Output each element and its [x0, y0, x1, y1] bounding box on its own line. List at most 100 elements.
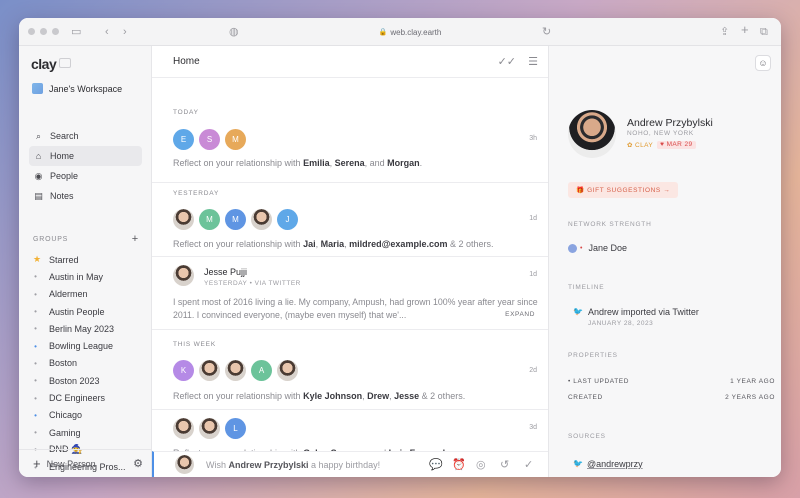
network-strength-label: NETWORK STRENGTH [568, 221, 652, 228]
forward-icon[interactable]: › [123, 25, 127, 39]
clay-tag[interactable]: ✿ CLAY [627, 141, 653, 149]
avatar-group: M M J [173, 209, 298, 230]
avatar [251, 209, 272, 230]
group-item[interactable]: • Aldermen [33, 286, 145, 303]
feed-item-time: 1d [529, 215, 537, 222]
person-name[interactable]: Andrew Przybylski [229, 460, 309, 470]
group-item[interactable]: • Austin in May [33, 268, 145, 285]
message-icon[interactable]: 💬 [429, 458, 443, 471]
tweet-author[interactable]: Jesse Pujji [204, 267, 247, 277]
sidebar-toggle-icon[interactable]: ▭ [71, 25, 81, 39]
feed-header: Home ✓✓ ☰ [152, 46, 548, 78]
dot-icon: • [34, 272, 37, 282]
privacy-icon[interactable]: ◍ [229, 25, 239, 39]
group-item[interactable]: • Chicago [33, 407, 145, 424]
person-name[interactable]: Morgan [387, 158, 420, 168]
address-bar[interactable]: 🔒 web.clay.earth [245, 23, 575, 41]
avatar [199, 360, 220, 381]
sidebar-item-search[interactable]: ⌕ Search [29, 126, 142, 146]
filter-icon[interactable]: ☰ [528, 55, 538, 68]
divider [152, 182, 548, 183]
group-label: Chicago [49, 410, 83, 421]
person-name[interactable]: Serena [335, 158, 365, 168]
sources-label: SOURCES [568, 433, 606, 440]
done-icon[interactable]: ✓ [524, 458, 533, 471]
new-person-button[interactable]: + New Person ⚙ [19, 449, 152, 477]
person-name[interactable]: Kyle Johnson [303, 391, 362, 401]
search-icon: ⌕ [35, 130, 42, 141]
person-name[interactable]: Jesse [394, 391, 419, 401]
twitter-handle-link[interactable]: @andrewprzy [587, 459, 643, 469]
avatar[interactable] [568, 110, 616, 158]
settings-icon[interactable]: ⚙ [133, 457, 143, 470]
feed-item[interactable]: E S M 3h Reflect on your relationship wi… [152, 126, 548, 182]
browser-toolbar: ▭ ‹ › ◍ 🔒 web.clay.earth ↻ ⇪ + ⧉ [19, 18, 781, 46]
sidebar-item-label: Home [50, 151, 75, 161]
group-item[interactable]: • Austin People [33, 303, 145, 320]
group-item[interactable]: • Bowling League [33, 337, 145, 354]
avatar: L [225, 418, 246, 439]
mark-all-done-icon[interactable]: ✓✓ [498, 55, 516, 68]
network-row[interactable]: • Jane Doe [568, 243, 627, 253]
avatar: K [173, 360, 194, 381]
profile-menu-icon[interactable]: ☺ [755, 55, 771, 71]
reload-icon[interactable]: ↻ [542, 25, 551, 39]
group-item[interactable]: • Boston 2023 [33, 372, 145, 389]
group-item[interactable]: • DC Engineers [33, 389, 145, 406]
person-name[interactable]: Maria [321, 239, 345, 249]
snooze-icon[interactable]: ↺ [500, 458, 509, 471]
feed-item-time: 3d [529, 424, 537, 431]
tweet-item[interactable]: Jesse Pujji YESTERDAY • VIA TWITTER 1d I… [152, 257, 548, 329]
share-icon[interactable]: ⇪ [720, 25, 729, 39]
feed-item[interactable]: K A 2d Reflect on your relationship with… [152, 357, 548, 409]
workspace-switcher[interactable]: Jane's Workspace [32, 83, 122, 94]
person-name[interactable]: Emilia [303, 158, 330, 168]
group-item[interactable]: • Berlin May 2023 [33, 320, 145, 337]
feed-item-text: Reflect on your relationship with Kyle J… [173, 391, 466, 401]
expand-button[interactable]: EXPAND [505, 311, 535, 318]
birthday-reminder[interactable]: Wish Andrew Przybylski a happy birthday!… [152, 451, 548, 477]
tweet-body: I spent most of 2016 living a lie. My co… [173, 297, 538, 320]
group-item[interactable]: ★ Starred [33, 251, 145, 268]
tabs-overview-icon[interactable]: ⧉ [760, 25, 768, 39]
gift-suggestions-button[interactable]: 🎁 GIFT SUGGESTIONS → [568, 182, 679, 198]
person-name[interactable]: Jai [303, 239, 316, 249]
add-group-button[interactable]: + [132, 233, 139, 245]
sidebar-item-people[interactable]: ◉ People [29, 166, 142, 186]
birthday-tag[interactable]: ♥ MAR 29 [657, 141, 696, 149]
dot-icon: • [34, 341, 37, 351]
avatar [173, 265, 194, 286]
close-window-button[interactable] [28, 28, 35, 35]
sidebar-item-home[interactable]: ⌂ Home [29, 146, 142, 166]
avatar [175, 455, 194, 474]
feed-item-text: Reflect on your relationship with Emilia… [173, 158, 423, 168]
timeline-event: Andrew imported via Twitter [588, 307, 699, 317]
section-label-this-week: THIS WEEK [173, 341, 216, 348]
back-icon[interactable]: ‹ [105, 25, 109, 39]
group-item[interactable]: • Gaming [33, 424, 145, 441]
sidebar-collapse-icon[interactable] [59, 58, 71, 68]
notes-icon: ▤ [34, 190, 43, 201]
feed-item-time: 3h [529, 135, 537, 142]
broadcast-icon[interactable]: ◎ [476, 458, 486, 471]
alarm-icon[interactable]: ⏰ [452, 458, 466, 471]
window-controls [28, 28, 59, 35]
new-tab-icon[interactable]: + [741, 23, 749, 37]
sidebar-item-notes[interactable]: ▤ Notes [29, 186, 142, 206]
avatar-group: L [173, 418, 246, 439]
person-name[interactable]: Drew [367, 391, 389, 401]
avatar [173, 418, 194, 439]
group-label: Boston [49, 358, 78, 369]
minimize-window-button[interactable] [40, 28, 47, 35]
group-item[interactable]: • Boston [33, 355, 145, 372]
person-name[interactable]: mildred@example.com [349, 239, 447, 249]
people-icon: ◉ [34, 170, 43, 181]
zoom-window-button[interactable] [52, 28, 59, 35]
star-icon: ★ [33, 254, 42, 265]
avatar-group: K A [173, 360, 298, 381]
avatar: M [225, 129, 246, 150]
workspace-name: Jane's Workspace [49, 83, 123, 94]
property-key: CREATED [568, 394, 603, 401]
avatar [568, 243, 577, 253]
feed-item[interactable]: M M J 1d Reflect on your relationship wi… [152, 206, 548, 256]
